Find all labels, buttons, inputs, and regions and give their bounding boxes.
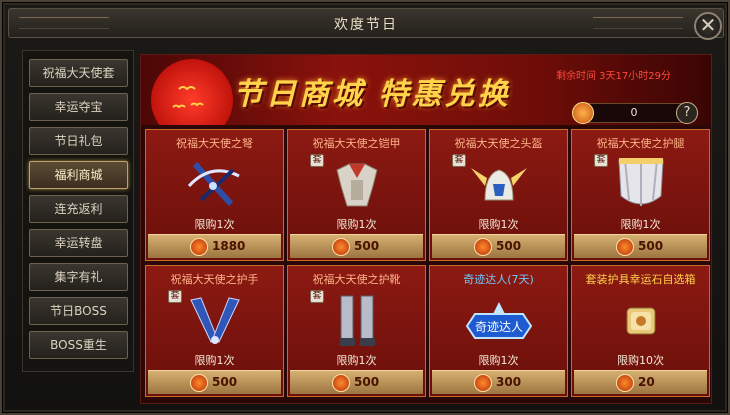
shop-card[interactable]: 祝福大天使之头盔 套 限购1次 500 xyxy=(429,129,568,261)
item-name: 祝福大天使之护手 xyxy=(170,273,259,286)
set-badge: 套 xyxy=(594,154,608,167)
item-price: 500 xyxy=(354,239,380,253)
help-button[interactable]: ? xyxy=(676,102,698,124)
price-bar[interactable]: 300 xyxy=(432,370,565,394)
set-badge: 套 xyxy=(310,154,324,167)
countdown-text: 剩余时间 3天17小时29分 xyxy=(556,71,671,82)
shop-card[interactable]: 套装护具幸运石自选箱 限购10次 20 xyxy=(571,265,710,397)
item-price: 500 xyxy=(354,375,380,389)
purchase-limit: 限购1次 xyxy=(620,218,661,231)
price-bar[interactable]: 500 xyxy=(574,234,707,258)
currency-coin-icon xyxy=(572,102,594,124)
purchase-limit: 限购1次 xyxy=(194,354,235,367)
set-badge: 套 xyxy=(452,154,466,167)
greaves-icon xyxy=(618,158,664,206)
price-bar[interactable]: 500 xyxy=(432,234,565,258)
festival-window: 欢度节日 ✕ 祝福大天使套 幸运夺宝 节日礼包 福利商城 连充返利 幸运转盘 集… xyxy=(0,0,730,415)
close-button[interactable]: ✕ xyxy=(694,12,722,40)
sidebar-item-holiday-boss[interactable]: 节日BOSS xyxy=(29,297,128,325)
crossbow-icon xyxy=(187,161,240,207)
sidebar-item-welfare-shop[interactable]: 福利商城 xyxy=(29,161,128,189)
title-badge-text: 奇迹达人 xyxy=(475,320,523,334)
chest-icon xyxy=(626,307,656,335)
shop-card[interactable]: 祝福大天使之弩 限购1次 1880 xyxy=(145,129,284,261)
purchase-limit: 限购1次 xyxy=(194,218,235,231)
item-price: 500 xyxy=(212,375,238,389)
sidebar-item-boss-respawn[interactable]: BOSS重生 xyxy=(29,331,128,359)
window-title: 欢度节日 xyxy=(334,17,398,33)
item-price: 500 xyxy=(638,239,664,253)
points-value: 0 xyxy=(630,106,638,119)
purchase-limit: 限购1次 xyxy=(336,218,377,231)
item-name: 套装护具幸运石自选箱 xyxy=(585,273,696,286)
item-price: 20 xyxy=(638,375,655,389)
shop-banner: 节日商城 特惠兑换 剩余时间 3天17小时29分 0 ? xyxy=(141,55,711,125)
boots-icon xyxy=(339,295,375,346)
red-sun-decoration xyxy=(151,59,233,125)
price-bar[interactable]: 1880 xyxy=(148,234,281,258)
shop-card[interactable]: 祝福大天使之护手 套 限购1次 500 xyxy=(145,265,284,397)
armor-icon xyxy=(336,163,378,207)
points-display: 0 ? xyxy=(572,102,698,124)
shop-card[interactable]: 奇迹达人(7天) 奇迹达人 限购1次 300 xyxy=(429,265,568,397)
sidebar-item-lucky-draw[interactable]: 幸运夺宝 xyxy=(29,93,128,121)
shop-panel: 节日商城 特惠兑换 剩余时间 3天17小时29分 0 ? 祝福大天使之弩 限购1… xyxy=(140,54,712,404)
sidebar-item-collect-words[interactable]: 集字有礼 xyxy=(29,263,128,291)
item-price: 500 xyxy=(496,239,522,253)
item-name: 祝福大天使之护靴 xyxy=(312,273,401,286)
gauntlet-icon xyxy=(190,297,240,344)
currency-coin-icon xyxy=(332,374,350,392)
title-badge-icon: 奇迹达人 xyxy=(465,302,533,339)
set-badge: 套 xyxy=(168,290,182,303)
purchase-limit: 限购1次 xyxy=(478,218,519,231)
price-bar[interactable]: 500 xyxy=(290,234,423,258)
purchase-limit: 限购1次 xyxy=(478,354,519,367)
price-bar[interactable]: 20 xyxy=(574,370,707,394)
currency-coin-icon xyxy=(190,238,208,256)
shop-card[interactable]: 祝福大天使之护靴 套 限购1次 500 xyxy=(287,265,426,397)
set-badge: 套 xyxy=(310,290,324,303)
sidebar-item-lucky-wheel[interactable]: 幸运转盘 xyxy=(29,229,128,257)
currency-coin-icon xyxy=(474,238,492,256)
price-bar[interactable]: 500 xyxy=(290,370,423,394)
sidebar: 祝福大天使套 幸运夺宝 节日礼包 福利商城 连充返利 幸运转盘 集字有礼 节日B… xyxy=(22,50,134,372)
currency-coin-icon xyxy=(474,374,492,392)
shop-card[interactable]: 祝福大天使之护腿 套 限购1次 500 xyxy=(571,129,710,261)
sidebar-item-holiday-pack[interactable]: 节日礼包 xyxy=(29,127,128,155)
currency-coin-icon xyxy=(332,238,350,256)
title-bar[interactable]: 欢度节日 xyxy=(8,8,724,38)
currency-coin-icon xyxy=(616,374,634,392)
item-price: 300 xyxy=(496,375,522,389)
item-name: 奇迹达人(7天) xyxy=(463,273,534,286)
purchase-limit: 限购1次 xyxy=(336,354,377,367)
item-name: 祝福大天使之护腿 xyxy=(596,137,685,150)
shop-card[interactable]: 祝福大天使之铠甲 套 限购1次 500 xyxy=(287,129,426,261)
currency-coin-icon xyxy=(190,374,208,392)
sidebar-item-recharge-rebate[interactable]: 连充返利 xyxy=(29,195,128,223)
banner-title: 节日商城 特惠兑换 xyxy=(233,77,511,112)
item-name: 祝福大天使之铠甲 xyxy=(312,137,401,150)
purchase-limit: 限购10次 xyxy=(617,354,664,367)
sidebar-item-blessing-set[interactable]: 祝福大天使套 xyxy=(29,59,128,87)
helmet-icon xyxy=(471,168,527,201)
item-name: 祝福大天使之头盔 xyxy=(454,137,543,150)
item-price: 1880 xyxy=(212,239,246,253)
currency-coin-icon xyxy=(616,238,634,256)
price-bar[interactable]: 500 xyxy=(148,370,281,394)
item-name: 祝福大天使之弩 xyxy=(176,137,253,150)
